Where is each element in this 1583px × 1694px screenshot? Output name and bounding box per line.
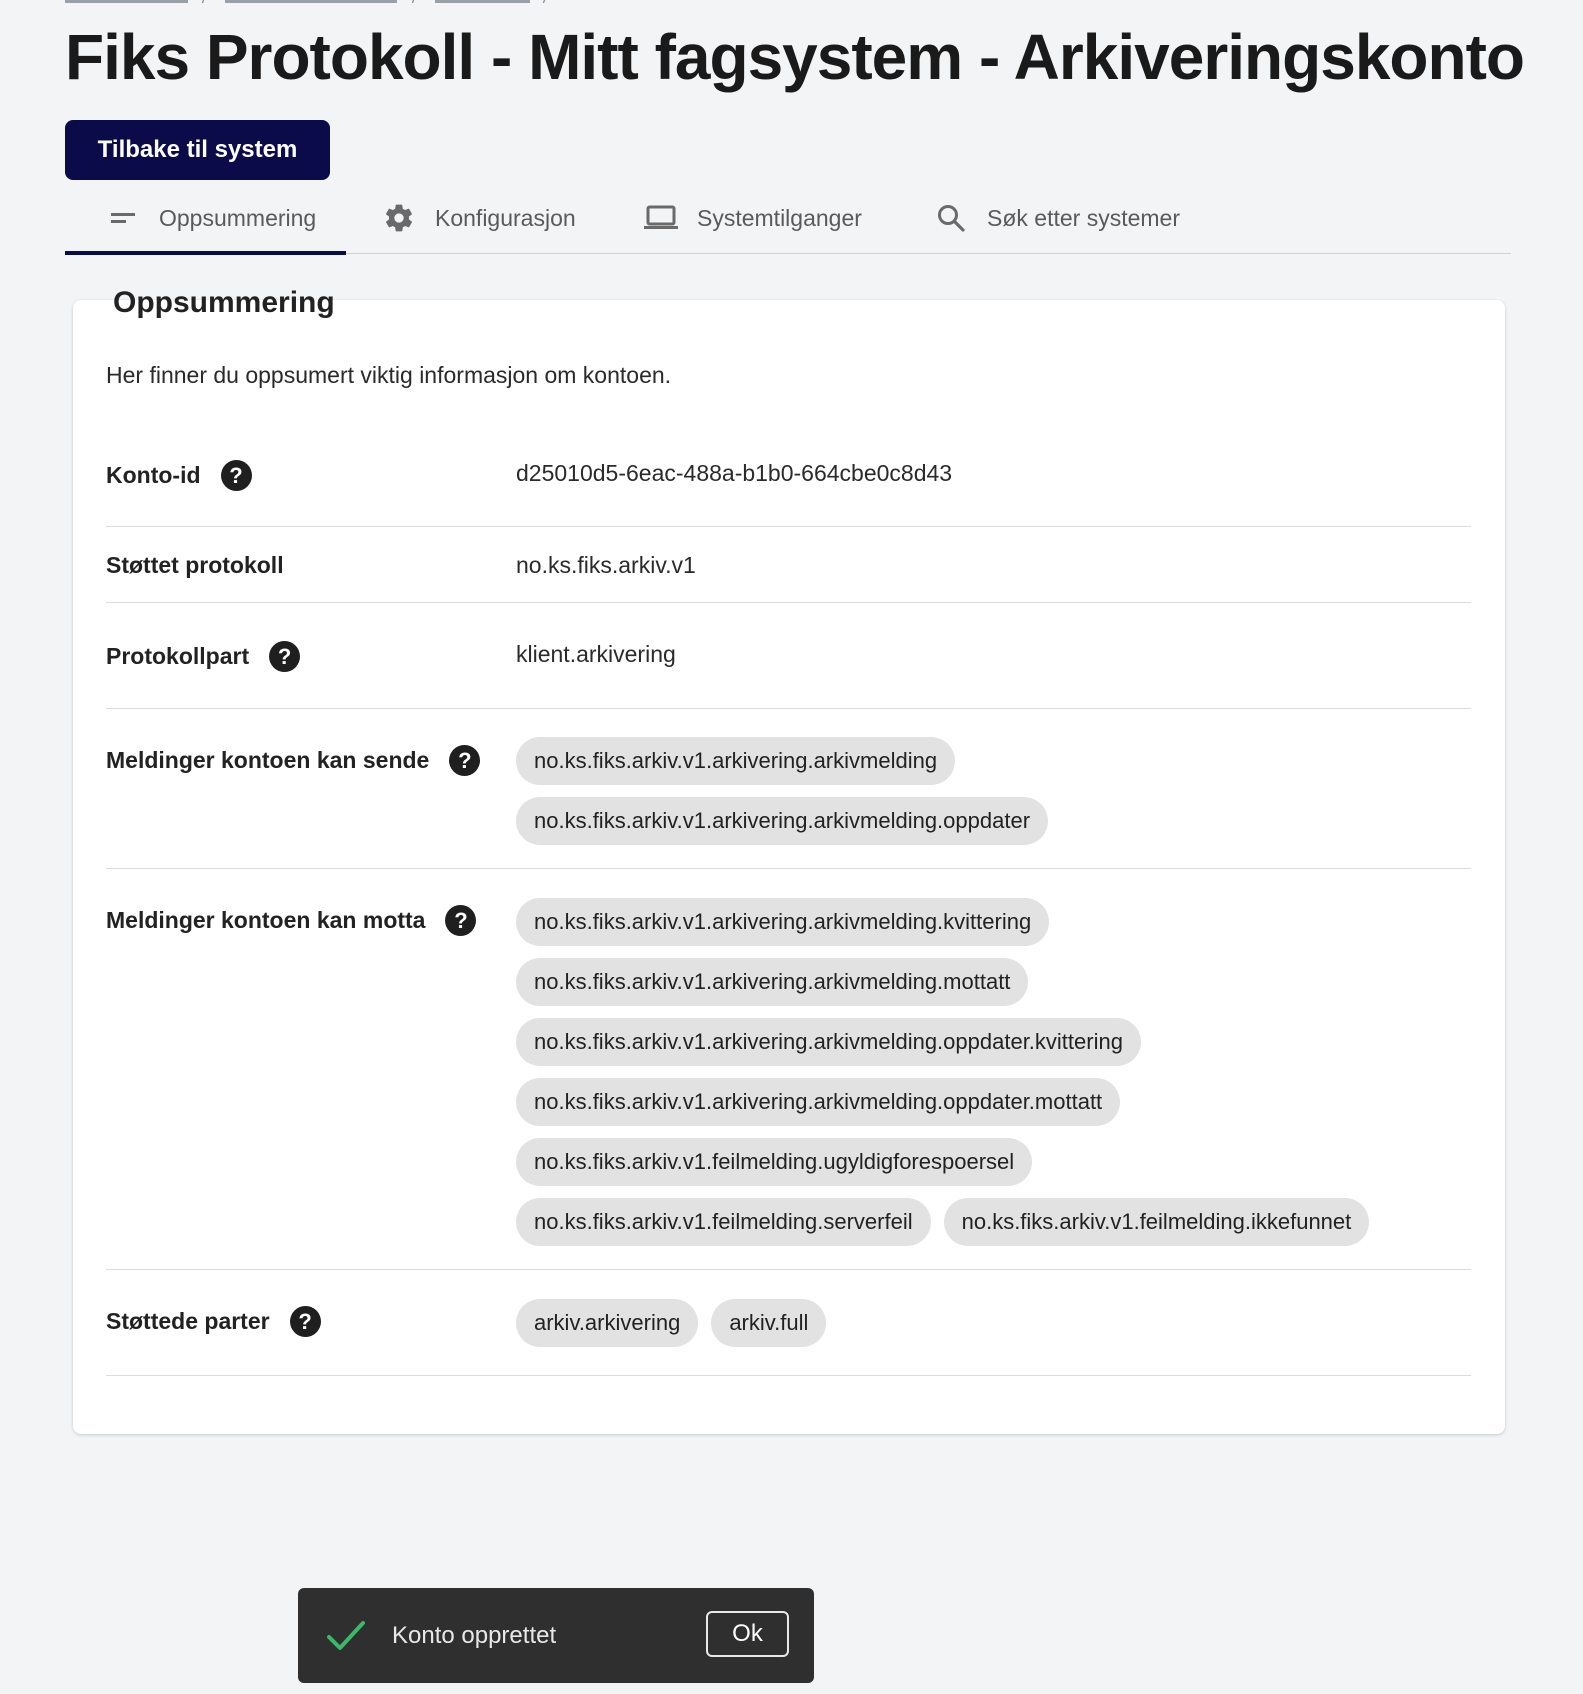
- snackbar: Konto opprettet Ok: [298, 1588, 814, 1683]
- tab-label: Systemtilganger: [697, 204, 862, 231]
- tab-systemtilganger[interactable]: Systemtilganger: [643, 182, 862, 254]
- stottet-protokoll-value: no.ks.fiks.arkiv.v1: [516, 552, 696, 578]
- row-label-text: Meldinger kontoen kan motta: [106, 907, 426, 933]
- protokollpart-label: Protokollpart ?: [106, 641, 301, 672]
- message-type-chip: no.ks.fiks.arkiv.v1.arkivering.arkivmeld…: [516, 958, 1029, 1006]
- tab-label: Søk etter systemer: [987, 204, 1180, 231]
- snackbar-message: Konto opprettet: [392, 1622, 557, 1649]
- breadcrumb-separator: /: [543, 0, 547, 6]
- help-icon[interactable]: ?: [445, 905, 477, 936]
- help-icon[interactable]: ?: [289, 1306, 321, 1337]
- breadcrumb-link-3[interactable]: [435, 0, 530, 3]
- meldinger-motta-chips: no.ks.fiks.arkiv.v1.arkivering.arkivmeld…: [516, 898, 1370, 1258]
- row-label-text: Støttet protokoll: [106, 552, 284, 578]
- konto-id-value: d25010d5-6eac-488a-b1b0-664cbe0c8d43: [516, 460, 953, 486]
- tab-bar: Oppsummering Konfigurasjon Systemtilgang…: [65, 182, 1511, 255]
- laptop-icon: [643, 200, 679, 236]
- message-type-chip: no.ks.fiks.arkiv.v1.arkivering.arkivmeld…: [516, 737, 956, 785]
- row-stottet-protokoll: Støttet protokoll no.ks.fiks.arkiv.v1: [106, 527, 1471, 603]
- row-meldinger-sende: Meldinger kontoen kan sende ? no.ks.fiks…: [106, 709, 1471, 869]
- summary-heading: Oppsummering: [113, 286, 335, 319]
- short-text-icon: [105, 200, 141, 236]
- summary-intro: Her finner du oppsumert viktig informasj…: [106, 362, 672, 388]
- message-type-chip: no.ks.fiks.arkiv.v1.feilmelding.ugyldigf…: [516, 1138, 1033, 1186]
- message-type-chip: no.ks.fiks.arkiv.v1.feilmelding.serverfe…: [516, 1198, 931, 1246]
- tab-label: Konfigurasjon: [435, 204, 576, 231]
- row-stottede-parter: Støttede parter ? arkiv.arkivering arkiv…: [106, 1270, 1471, 1376]
- meldinger-sende-label: Meldinger kontoen kan sende ?: [106, 745, 481, 776]
- message-type-chip: no.ks.fiks.arkiv.v1.arkivering.arkivmeld…: [516, 1018, 1141, 1066]
- konto-id-label: Konto-id ?: [106, 460, 252, 491]
- breadcrumb-separator: /: [412, 0, 416, 6]
- row-label-text: Protokollpart: [106, 643, 250, 669]
- protokollpart-value: klient.arkivering: [516, 641, 676, 667]
- message-type-chip: no.ks.fiks.arkiv.v1.arkivering.arkivmeld…: [516, 797, 1049, 845]
- breadcrumb-separator: /: [202, 0, 206, 6]
- tab-konfigurasjon[interactable]: Konfigurasjon: [381, 182, 576, 254]
- summary-card: Oppsummering Her finner du oppsumert vik…: [73, 286, 1505, 1434]
- gear-icon: [381, 200, 417, 236]
- breadcrumb-link-1[interactable]: [65, 0, 188, 3]
- meldinger-motta-label: Meldinger kontoen kan motta ?: [106, 905, 477, 936]
- message-type-chip: no.ks.fiks.arkiv.v1.feilmelding.ikkefunn…: [943, 1198, 1370, 1246]
- row-label-text: Konto-id: [106, 462, 201, 488]
- row-meldinger-motta: Meldinger kontoen kan motta ? no.ks.fiks…: [106, 869, 1471, 1270]
- breadcrumb-link-2[interactable]: [225, 0, 397, 3]
- message-type-chip: no.ks.fiks.arkiv.v1.arkivering.arkivmeld…: [516, 1078, 1121, 1126]
- help-icon[interactable]: ?: [220, 460, 252, 491]
- search-icon: [933, 200, 969, 236]
- stottede-parter-label: Støttede parter ?: [106, 1306, 321, 1337]
- meldinger-sende-chips: no.ks.fiks.arkiv.v1.arkivering.arkivmeld…: [516, 737, 1049, 857]
- row-protokollpart: Protokollpart ? klient.arkivering: [106, 603, 1471, 709]
- page-title: Fiks Protokoll - Mitt fagsystem - Arkive…: [65, 21, 1525, 93]
- stottet-protokoll-label: Støttet protokoll: [106, 552, 284, 579]
- row-konto-id: Konto-id ? d25010d5-6eac-488a-b1b0-664cb…: [106, 430, 1471, 527]
- back-to-system-button[interactable]: Tilbake til system: [65, 120, 330, 180]
- tab-sok-etter-systemer[interactable]: Søk etter systemer: [933, 182, 1180, 254]
- stottede-parter-chips: arkiv.arkivering arkiv.full: [516, 1299, 827, 1359]
- help-icon[interactable]: ?: [449, 745, 481, 776]
- check-icon: [326, 1618, 366, 1654]
- snackbar-ok-button[interactable]: Ok: [706, 1611, 789, 1657]
- row-label-text: Meldinger kontoen kan sende: [106, 747, 430, 773]
- page: / / / Fiks Protokoll - Mitt fagsystem - …: [0, 0, 1583, 1694]
- party-chip: arkiv.full: [711, 1299, 827, 1347]
- help-icon[interactable]: ?: [269, 641, 301, 672]
- tab-label: Oppsummering: [159, 204, 317, 231]
- tab-oppsummering[interactable]: Oppsummering: [65, 182, 346, 255]
- party-chip: arkiv.arkivering: [516, 1299, 699, 1347]
- row-label-text: Støttede parter: [106, 1308, 270, 1334]
- message-type-chip: no.ks.fiks.arkiv.v1.arkivering.arkivmeld…: [516, 898, 1050, 946]
